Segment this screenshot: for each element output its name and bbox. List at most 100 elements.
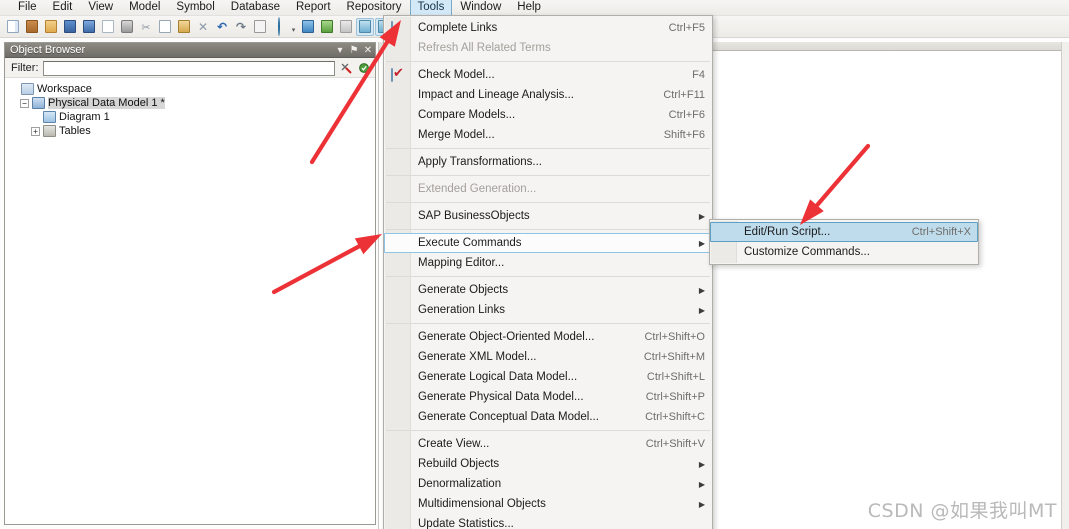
menu-item-create-view[interactable]: Create View... Ctrl+Shift+V bbox=[384, 434, 712, 454]
menu-separator bbox=[386, 148, 710, 149]
panel-close-icon[interactable]: ✕ bbox=[361, 43, 375, 58]
menu-item-rebuild-objects[interactable]: Rebuild Objects ▶ bbox=[384, 454, 712, 474]
menu-item-label: Multidimensional Objects bbox=[418, 498, 546, 510]
menu-item-label: Denormalization bbox=[418, 478, 502, 490]
menu-item-impact-and-lineage-analysis[interactable]: Impact and Lineage Analysis... Ctrl+F11 bbox=[384, 85, 712, 105]
menu-separator bbox=[386, 202, 710, 203]
menu-item-denormalization[interactable]: Denormalization ▶ bbox=[384, 474, 712, 494]
complete-links-icon bbox=[391, 21, 405, 36]
generate-icon[interactable] bbox=[318, 18, 336, 36]
menu-item-label: Generate Conceptual Data Model... bbox=[418, 411, 599, 423]
pdm-application-window: File Edit View Model Symbol Database Report Rep… bbox=[0, 0, 1069, 529]
menu-symbol[interactable]: Symbol bbox=[168, 0, 222, 17]
menu-item-merge-model[interactable]: Merge Model... Shift+F6 bbox=[384, 125, 712, 145]
save-icon[interactable] bbox=[61, 18, 79, 36]
panel-menu-icon[interactable]: ▾ bbox=[333, 43, 347, 58]
properties-icon[interactable] bbox=[251, 18, 269, 36]
open-model-icon[interactable] bbox=[23, 18, 41, 36]
menu-item-execute-commands[interactable]: Execute Commands ▶ bbox=[384, 233, 712, 253]
check-model-icon bbox=[391, 68, 405, 83]
menu-model[interactable]: Model bbox=[121, 0, 168, 17]
menu-item-shortcut: Shift+F6 bbox=[663, 129, 705, 141]
execute-commands-submenu[interactable]: Edit/Run Script... Ctrl+Shift+X Customize … bbox=[709, 219, 979, 265]
print-preview-icon[interactable] bbox=[99, 18, 117, 36]
tree-item[interactable]: + Tables bbox=[9, 124, 375, 138]
open-folder-icon[interactable] bbox=[42, 18, 60, 36]
menu-item-shortcut: Ctrl+Shift+C bbox=[645, 411, 705, 423]
paste-icon[interactable] bbox=[175, 18, 193, 36]
menu-item-check-model[interactable]: Check Model... F4 bbox=[384, 65, 712, 85]
expand-icon[interactable]: + bbox=[31, 126, 40, 136]
menu-separator bbox=[386, 175, 710, 176]
menu-report[interactable]: Report bbox=[288, 0, 339, 17]
menu-separator bbox=[386, 323, 710, 324]
menu-item-label: Create View... bbox=[418, 438, 490, 450]
tree-item[interactable]: − Physical Data Model 1 * bbox=[9, 96, 375, 110]
ws-icon bbox=[21, 83, 34, 95]
menu-item-apply-transformations[interactable]: Apply Transformations... bbox=[384, 152, 712, 172]
delete-icon[interactable]: ✕ bbox=[194, 18, 212, 36]
print-icon[interactable] bbox=[118, 18, 136, 36]
submenu-arrow-icon: ▶ bbox=[698, 499, 705, 509]
menu-item-shortcut: F4 bbox=[692, 69, 705, 81]
menu-item-shortcut: Ctrl+Shift+O bbox=[644, 331, 705, 343]
redo-icon[interactable]: ↷ bbox=[232, 18, 250, 36]
cut-icon[interactable]: ✂ bbox=[137, 18, 155, 36]
menu-item-shortcut: Ctrl+F6 bbox=[668, 109, 705, 121]
menu-item-generate-conceptual-data-model[interactable]: Generate Conceptual Data Model... Ctrl+Sh… bbox=[384, 407, 712, 427]
menu-file[interactable]: File bbox=[10, 0, 45, 17]
menu-item-generate-physical-data-model[interactable]: Generate Physical Data Model... Ctrl+Shif… bbox=[384, 387, 712, 407]
clear-filter-icon[interactable] bbox=[339, 61, 353, 75]
filter-input[interactable] bbox=[42, 60, 335, 76]
tools-dropdown-menu[interactable]: Complete Links Ctrl+F5 Refresh All Related… bbox=[383, 15, 713, 529]
submenu-arrow-icon: ▶ bbox=[698, 479, 705, 489]
menu-item-label: Merge Model... bbox=[418, 129, 495, 141]
submenu-arrow-icon: ▶ bbox=[698, 238, 705, 248]
object-tree[interactable]: Workspace − Physical Data Model 1 * Diagram… bbox=[5, 79, 375, 524]
tree-item[interactable]: Diagram 1 bbox=[9, 110, 375, 124]
menu-item-generate-logical-data-model[interactable]: Generate Logical Data Model... Ctrl+Shift… bbox=[384, 367, 712, 387]
menu-item-label: Customize Commands... bbox=[744, 246, 870, 258]
new-icon[interactable] bbox=[4, 18, 22, 36]
toolbar-overflow-1[interactable]: ▾ bbox=[289, 18, 298, 36]
menu-view[interactable]: View bbox=[80, 0, 121, 17]
browser-icon[interactable] bbox=[270, 16, 288, 36]
table-icon[interactable] bbox=[299, 18, 317, 36]
menu-item-generate-object-oriented-model[interactable]: Generate Object-Oriented Model... Ctrl+Sh… bbox=[384, 327, 712, 347]
menu-item-label: Check Model... bbox=[418, 69, 495, 81]
tree-item-label: Physical Data Model 1 * bbox=[48, 97, 165, 109]
menu-item-customize-commands[interactable]: Customize Commands... bbox=[710, 242, 978, 262]
apply-filter-icon[interactable] bbox=[357, 61, 371, 75]
menu-item-generation-links[interactable]: Generation Links ▶ bbox=[384, 300, 712, 320]
menu-item-label: Mapping Editor... bbox=[418, 257, 505, 269]
menu-item-label: Extended Generation... bbox=[418, 183, 537, 195]
copy-icon[interactable] bbox=[156, 18, 174, 36]
tree-item[interactable]: Workspace bbox=[9, 82, 375, 96]
object-browser-titlebar: Object Browser ▾ ⚑ ✕ bbox=[5, 43, 375, 58]
panel-pin-icon[interactable]: ⚑ bbox=[347, 43, 361, 58]
menu-item-update-statistics[interactable]: Update Statistics... bbox=[384, 514, 712, 529]
save-all-icon[interactable] bbox=[80, 18, 98, 36]
csdn-watermark: CSDN @如果我叫MT bbox=[867, 500, 1057, 522]
menu-item-generate-xml-model[interactable]: Generate XML Model... Ctrl+Shift+M bbox=[384, 347, 712, 367]
menu-database[interactable]: Database bbox=[223, 0, 288, 17]
menu-item-sap-businessobjects[interactable]: SAP BusinessObjects ▶ bbox=[384, 206, 712, 226]
menu-separator bbox=[386, 61, 710, 62]
undo-icon[interactable]: ↶ bbox=[213, 18, 231, 36]
menu-item-generate-objects[interactable]: Generate Objects ▶ bbox=[384, 280, 712, 300]
menu-item-mapping-editor[interactable]: Mapping Editor... bbox=[384, 253, 712, 273]
menu-item-label: Impact and Lineage Analysis... bbox=[418, 89, 574, 101]
zoom-icon[interactable] bbox=[356, 17, 374, 36]
menu-item-label: Generate Objects bbox=[418, 284, 509, 296]
menu-item-complete-links[interactable]: Complete Links Ctrl+F5 bbox=[384, 18, 712, 38]
menu-edit[interactable]: Edit bbox=[45, 0, 81, 17]
collapse-icon[interactable]: − bbox=[20, 98, 29, 108]
menu-item-compare-models[interactable]: Compare Models... Ctrl+F6 bbox=[384, 105, 712, 125]
reference-icon[interactable] bbox=[337, 18, 355, 36]
menu-item-multidimensional-objects[interactable]: Multidimensional Objects ▶ bbox=[384, 494, 712, 514]
menu-item-label: Execute Commands bbox=[418, 237, 522, 249]
menu-item-edit-run-script[interactable]: Edit/Run Script... Ctrl+Shift+X bbox=[710, 222, 978, 242]
menu-item-label: Generate Logical Data Model... bbox=[418, 371, 578, 383]
menu-item-shortcut: Ctrl+Shift+L bbox=[646, 371, 705, 383]
menu-separator bbox=[386, 430, 710, 431]
